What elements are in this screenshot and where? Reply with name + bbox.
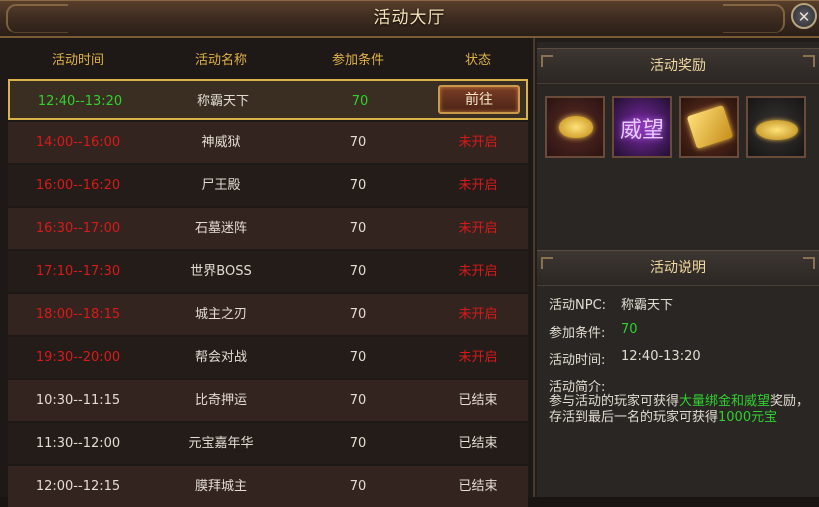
row-name: 神威狱 <box>201 135 241 150</box>
row-requirement: 70 <box>349 221 367 236</box>
row-name: 称霸天下 <box>196 94 249 109</box>
table-row[interactable]: 18:00--18:15 城主之刃 70 未开启 <box>8 294 528 335</box>
requirement-label: 参加条件: <box>549 326 606 341</box>
corner-ornament-right <box>803 257 815 269</box>
corner-ornament-left <box>541 257 553 269</box>
table-header: 活动时间 活动名称 参加条件 状态 <box>0 48 533 74</box>
requirement-value: 70 <box>621 322 638 337</box>
row-name: 膜拜城主 <box>194 479 247 494</box>
table-row[interactable]: 16:30--17:00 石墓迷阵 70 未开启 <box>8 208 528 249</box>
detail-panel: 活动奖励 威望 活动说明 活动NPC: 称霸天下 参加条件: 70 活动时间: … <box>537 42 819 497</box>
row-requirement: 70 <box>349 178 367 193</box>
row-status: 未开启 <box>458 221 498 236</box>
row-time: 11:30--12:00 <box>35 436 121 451</box>
table-row[interactable]: 17:10--17:30 世界BOSS 70 未开启 <box>8 251 528 292</box>
row-time: 18:00--18:15 <box>35 307 121 322</box>
row-status: 已结束 <box>458 393 498 408</box>
header-name: 活动名称 <box>194 53 247 68</box>
row-time: 17:10--17:30 <box>35 264 121 279</box>
rewards-title-text: 活动奖励 <box>650 58 706 74</box>
row-requirement: 70 <box>349 307 367 322</box>
row-name: 城主之刃 <box>194 307 247 322</box>
row-requirement: 70 <box>349 393 367 408</box>
row-time: 14:00--16:00 <box>35 135 121 150</box>
row-status: 未开启 <box>458 178 498 193</box>
corner-ornament-left <box>541 55 553 67</box>
npc-info: 活动NPC: 称霸天下 <box>549 294 673 313</box>
table-row[interactable]: 10:30--11:15 比奇押运 70 已结束 <box>8 380 528 421</box>
row-status: 未开启 <box>458 264 498 279</box>
row-requirement: 70 <box>349 436 367 451</box>
title-bar: 活动大厅 ✕ <box>0 0 819 38</box>
description-section-title: 活动说明 <box>537 250 819 286</box>
gold-ingot-shape <box>559 116 593 138</box>
time-info: 活动时间: 12:40-13:20 <box>549 349 701 368</box>
row-time: 12:00--12:15 <box>35 479 121 494</box>
intro-label: 活动简介: <box>549 380 606 395</box>
row-status: 已结束 <box>458 479 498 494</box>
row-time: 12:40--13:20 <box>37 94 123 109</box>
row-requirement: 70 <box>349 479 367 494</box>
row-name: 尸王殿 <box>201 178 241 193</box>
row-requirement: 70 <box>349 135 367 150</box>
description-title-text: 活动说明 <box>650 260 706 276</box>
row-name: 世界BOSS <box>190 264 252 279</box>
row-name: 石墓迷阵 <box>194 221 247 236</box>
row-status: 未开启 <box>458 135 498 150</box>
row-time: 19:30--20:00 <box>35 350 121 365</box>
requirement-info: 参加条件: 70 <box>549 322 638 341</box>
activity-hall-window: 活动大厅 ✕ 活动时间 活动名称 参加条件 状态 12:40--13:20 称霸… <box>0 0 819 507</box>
row-status: 未开启 <box>458 350 498 365</box>
close-icon[interactable]: ✕ <box>791 3 817 29</box>
gold-coins-shape <box>756 120 798 140</box>
npc-label: 活动NPC: <box>549 298 607 313</box>
table-row[interactable]: 19:30--20:00 帮会对战 70 未开启 <box>8 337 528 378</box>
row-name: 比奇押运 <box>194 393 247 408</box>
row-time: 16:00--16:20 <box>35 178 121 193</box>
activity-list-panel: 活动时间 活动名称 参加条件 状态 12:40--13:20 称霸天下 70 前… <box>0 38 535 507</box>
row-status: 已结束 <box>458 436 498 451</box>
header-time: 活动时间 <box>51 53 104 68</box>
corner-ornament-right <box>803 55 815 67</box>
row-status: 未开启 <box>458 307 498 322</box>
table-row-selected[interactable]: 12:40--13:20 称霸天下 70 前往 <box>8 79 528 120</box>
prestige-icon[interactable]: 威望 <box>612 96 672 158</box>
table-row[interactable]: 14:00--16:00 神威狱 70 未开启 <box>8 122 528 163</box>
row-requirement: 70 <box>351 94 369 109</box>
intro-part1: 参与活动的玩家可获得 <box>549 394 680 409</box>
window-title: 活动大厅 <box>373 8 446 28</box>
gold-ticket-shape <box>686 104 734 150</box>
gold-coins-icon[interactable] <box>746 96 806 158</box>
npc-value: 称霸天下 <box>621 298 674 313</box>
gold-ticket-icon[interactable] <box>679 96 739 158</box>
prestige-label: 威望 <box>619 118 664 143</box>
row-requirement: 70 <box>349 264 367 279</box>
table-row[interactable]: 11:30--12:00 元宝嘉年华 70 已结束 <box>8 423 528 464</box>
row-time: 16:30--17:00 <box>35 221 121 236</box>
header-requirement: 参加条件 <box>331 53 384 68</box>
row-time: 10:30--11:15 <box>35 393 121 408</box>
rewards-section-title: 活动奖励 <box>537 48 819 84</box>
time-label: 活动时间: <box>549 353 606 368</box>
intro-highlight1: 大量绑金和威望 <box>679 394 771 409</box>
header-status: 状态 <box>464 53 491 68</box>
table-row[interactable]: 16:00--16:20 尸王殿 70 未开启 <box>8 165 528 206</box>
row-requirement: 70 <box>349 350 367 365</box>
intro-text: 参与活动的玩家可获得大量绑金和威望奖励，存活到最后一名的玩家可获得1000元宝 <box>549 394 811 426</box>
goto-button[interactable]: 前往 <box>438 85 520 114</box>
row-name: 帮会对战 <box>194 350 247 365</box>
intro-highlight2: 1000元宝 <box>718 410 778 425</box>
time-value: 12:40-13:20 <box>621 349 701 364</box>
table-row[interactable]: 12:00--12:15 膜拜城主 70 已结束 <box>8 466 528 507</box>
gold-ingot-icon[interactable] <box>545 96 605 158</box>
row-name: 元宝嘉年华 <box>188 436 254 451</box>
